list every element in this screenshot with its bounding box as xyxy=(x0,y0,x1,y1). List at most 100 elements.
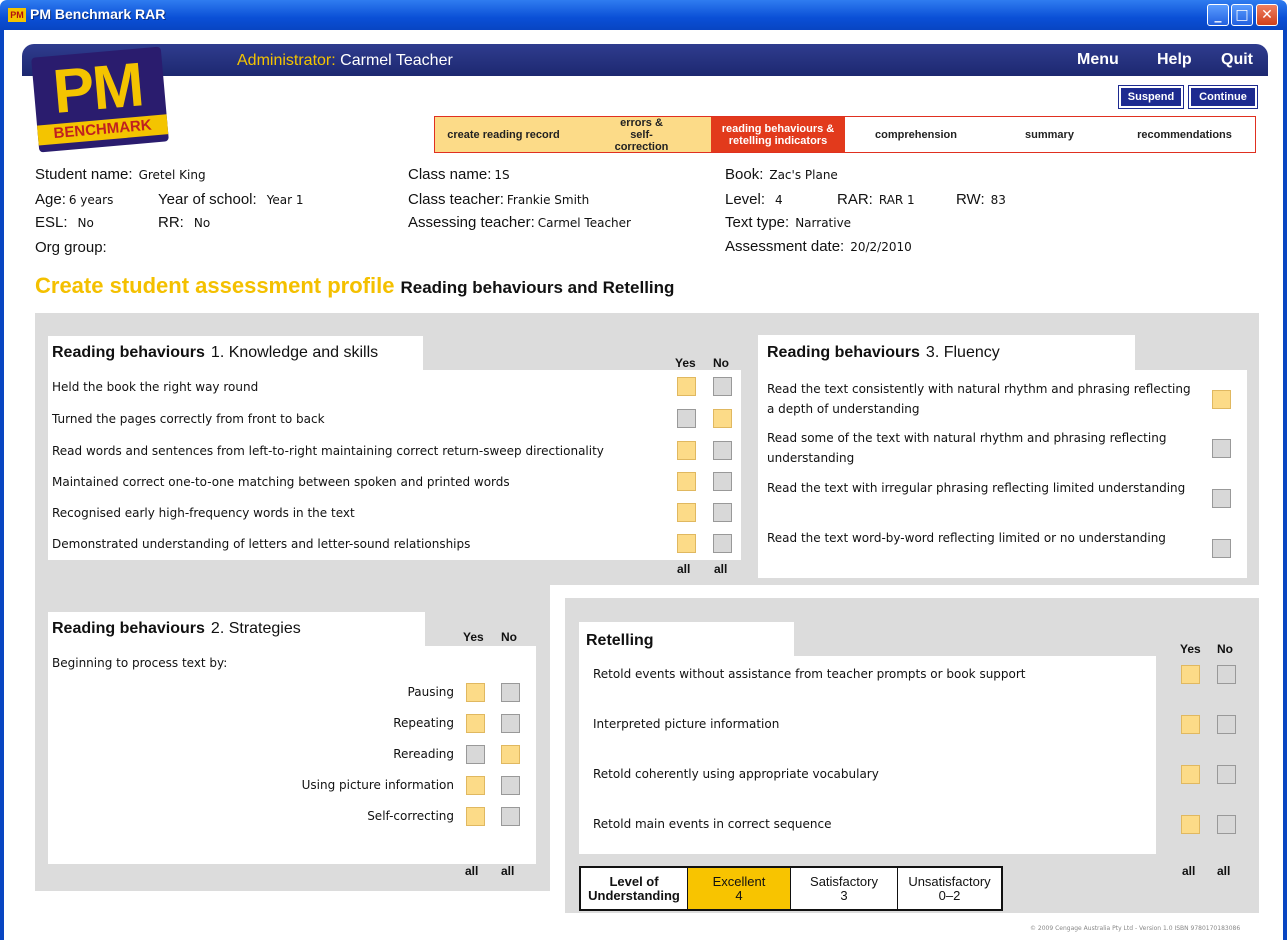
knowledge-no-checkbox[interactable] xyxy=(713,377,732,396)
understanding-unsatisfactory[interactable]: Unsatisfactory 0–2 xyxy=(897,868,1001,909)
step-reading-behaviours[interactable]: reading behaviours & retelling indicator… xyxy=(711,117,845,152)
step-recommendations[interactable]: recommendations xyxy=(1112,117,1257,152)
knowledge-item-label: Turned the pages correctly from front to… xyxy=(52,412,325,426)
pm-benchmark-logo: PM BENCHMARK xyxy=(31,46,169,153)
strategy-item-label: Self-correcting xyxy=(367,809,454,823)
retelling-yes-checkbox[interactable] xyxy=(1181,815,1200,834)
understanding-excellent[interactable]: Excellent 4 xyxy=(687,868,790,909)
knowledge-no-checkbox[interactable] xyxy=(713,503,732,522)
step-summary[interactable]: summary xyxy=(987,117,1112,152)
quit-link[interactable]: Quit xyxy=(1221,51,1253,69)
assessment-date: Assessment date: 20/2/2010 xyxy=(725,238,912,255)
minimize-icon[interactable]: _ xyxy=(1207,4,1229,26)
retelling-yes-checkbox[interactable] xyxy=(1181,665,1200,684)
step-comprehension[interactable]: comprehension xyxy=(845,117,987,152)
strategy-no-checkbox[interactable] xyxy=(501,714,520,733)
strategy-no-checkbox[interactable] xyxy=(501,807,520,826)
knowledge-item-label: Held the book the right way round xyxy=(52,380,259,394)
fluency-checkbox[interactable] xyxy=(1212,390,1231,409)
fluency-item-label: Read the text word-by-word reflecting li… xyxy=(767,531,1166,545)
retelling-yes-checkbox[interactable] xyxy=(1181,715,1200,734)
menu-link[interactable]: Menu xyxy=(1077,51,1119,69)
retelling-all-yes[interactable]: all xyxy=(1182,864,1195,878)
step-create-reading-record[interactable]: create reading record xyxy=(435,117,572,152)
copyright-notice: © 2009 Cengage Australia Pty Ltd - Versi… xyxy=(1030,925,1241,932)
strategies-intro: Beginning to process text by: xyxy=(52,656,228,670)
level-of-understanding-label: Level of Understanding xyxy=(588,873,680,903)
strategy-yes-checkbox[interactable] xyxy=(466,807,485,826)
rw: RW: 83 xyxy=(956,191,1006,208)
knowledge-yes-checkbox[interactable] xyxy=(677,441,696,460)
rar: RAR: RAR 1 xyxy=(837,191,915,208)
window-border-left xyxy=(0,30,4,940)
retelling-item-label: Retold main events in correct sequence xyxy=(593,817,832,831)
administrator-info: Administrator: Carmel Teacher xyxy=(237,52,453,69)
window-titlebar: PM PM Benchmark RAR _ □ ✕ xyxy=(0,0,1287,30)
suspend-button[interactable]: Suspend xyxy=(1118,85,1184,109)
strategies-all-no[interactable]: all xyxy=(501,864,514,878)
fluency-checkbox[interactable] xyxy=(1212,439,1231,458)
strategy-item-label: Repeating xyxy=(393,716,454,730)
knowledge-yes-checkbox[interactable] xyxy=(677,409,696,428)
knowledge-yes-checkbox[interactable] xyxy=(677,503,696,522)
fluency-item-label: Read some of the text with natural rhyth… xyxy=(767,431,1167,465)
level: Level: 4 xyxy=(725,191,783,208)
strategy-no-checkbox[interactable] xyxy=(501,683,520,702)
student-age: Age: 6 years xyxy=(35,191,114,208)
strategy-item-label: Pausing xyxy=(407,685,454,699)
strategy-yes-checkbox[interactable] xyxy=(466,683,485,702)
knowledge-no-checkbox[interactable] xyxy=(713,534,732,553)
knowledge-item-label: Demonstrated understanding of letters an… xyxy=(52,537,471,551)
knowledge-yes-checkbox[interactable] xyxy=(677,472,696,491)
retelling-all-no[interactable]: all xyxy=(1217,864,1230,878)
strategy-yes-checkbox[interactable] xyxy=(466,776,485,795)
retelling-yes-checkbox[interactable] xyxy=(1181,765,1200,784)
knowledge-yes-header: Yes xyxy=(675,356,696,370)
knowledge-no-checkbox[interactable] xyxy=(713,472,732,491)
strategies-no-header: No xyxy=(501,630,517,644)
student-year: Year of school: Year 1 xyxy=(158,191,304,208)
knowledge-no-header: No xyxy=(713,356,729,370)
knowledge-no-checkbox[interactable] xyxy=(713,409,732,428)
fluency-checkbox[interactable] xyxy=(1212,489,1231,508)
retelling-item-label: Retold coherently using appropriate voca… xyxy=(593,767,879,781)
student-name: Student name: Gretel King xyxy=(35,166,206,183)
window-border-right xyxy=(1283,30,1287,940)
knowledge-yes-checkbox[interactable] xyxy=(677,377,696,396)
strategy-yes-checkbox[interactable] xyxy=(466,714,485,733)
knowledge-item-label: Maintained correct one-to-one matching b… xyxy=(52,475,510,489)
window-title: PM Benchmark RAR xyxy=(30,6,166,22)
app-icon: PM xyxy=(8,8,26,22)
help-link[interactable]: Help xyxy=(1157,51,1192,69)
knowledge-item-label: Read words and sentences from left-to-ri… xyxy=(52,444,604,458)
knowledge-title: Reading behaviours 1. Knowledge and skill… xyxy=(52,344,379,361)
step-errors-self-correction[interactable]: errors & self-correction xyxy=(572,117,711,153)
knowledge-all-yes[interactable]: all xyxy=(677,562,690,576)
retelling-item-label: Interpreted picture information xyxy=(593,717,780,731)
fluency-item-label: Read the text with irregular phrasing re… xyxy=(767,481,1186,495)
continue-button[interactable]: Continue xyxy=(1188,85,1258,109)
retelling-no-checkbox[interactable] xyxy=(1217,815,1236,834)
level-of-understanding: Level of Understanding Excellent 4 Satisf… xyxy=(579,866,1003,911)
retelling-item-label: Retold events without assistance from te… xyxy=(593,667,1026,681)
page-title: Create student assessment profile Reading… xyxy=(35,273,675,298)
strategy-yes-checkbox[interactable] xyxy=(466,745,485,764)
fluency-item-label: Read the text consistently with natural … xyxy=(767,382,1191,416)
strategy-no-checkbox[interactable] xyxy=(501,745,520,764)
student-rr: RR: No xyxy=(158,214,211,231)
strategies-title: Reading behaviours 2. Strategies xyxy=(52,620,301,637)
maximize-icon[interactable]: □ xyxy=(1231,4,1253,26)
knowledge-no-checkbox[interactable] xyxy=(713,441,732,460)
strategies-all-yes[interactable]: all xyxy=(465,864,478,878)
knowledge-yes-checkbox[interactable] xyxy=(677,534,696,553)
knowledge-all-no[interactable]: all xyxy=(714,562,727,576)
retelling-yes-header: Yes xyxy=(1180,642,1201,656)
retelling-no-checkbox[interactable] xyxy=(1217,665,1236,684)
book: Book: Zac's Plane xyxy=(725,166,838,183)
fluency-checkbox[interactable] xyxy=(1212,539,1231,558)
strategy-no-checkbox[interactable] xyxy=(501,776,520,795)
understanding-satisfactory[interactable]: Satisfactory 3 xyxy=(790,868,897,909)
close-icon[interactable]: ✕ xyxy=(1256,4,1278,26)
retelling-no-checkbox[interactable] xyxy=(1217,765,1236,784)
retelling-no-checkbox[interactable] xyxy=(1217,715,1236,734)
